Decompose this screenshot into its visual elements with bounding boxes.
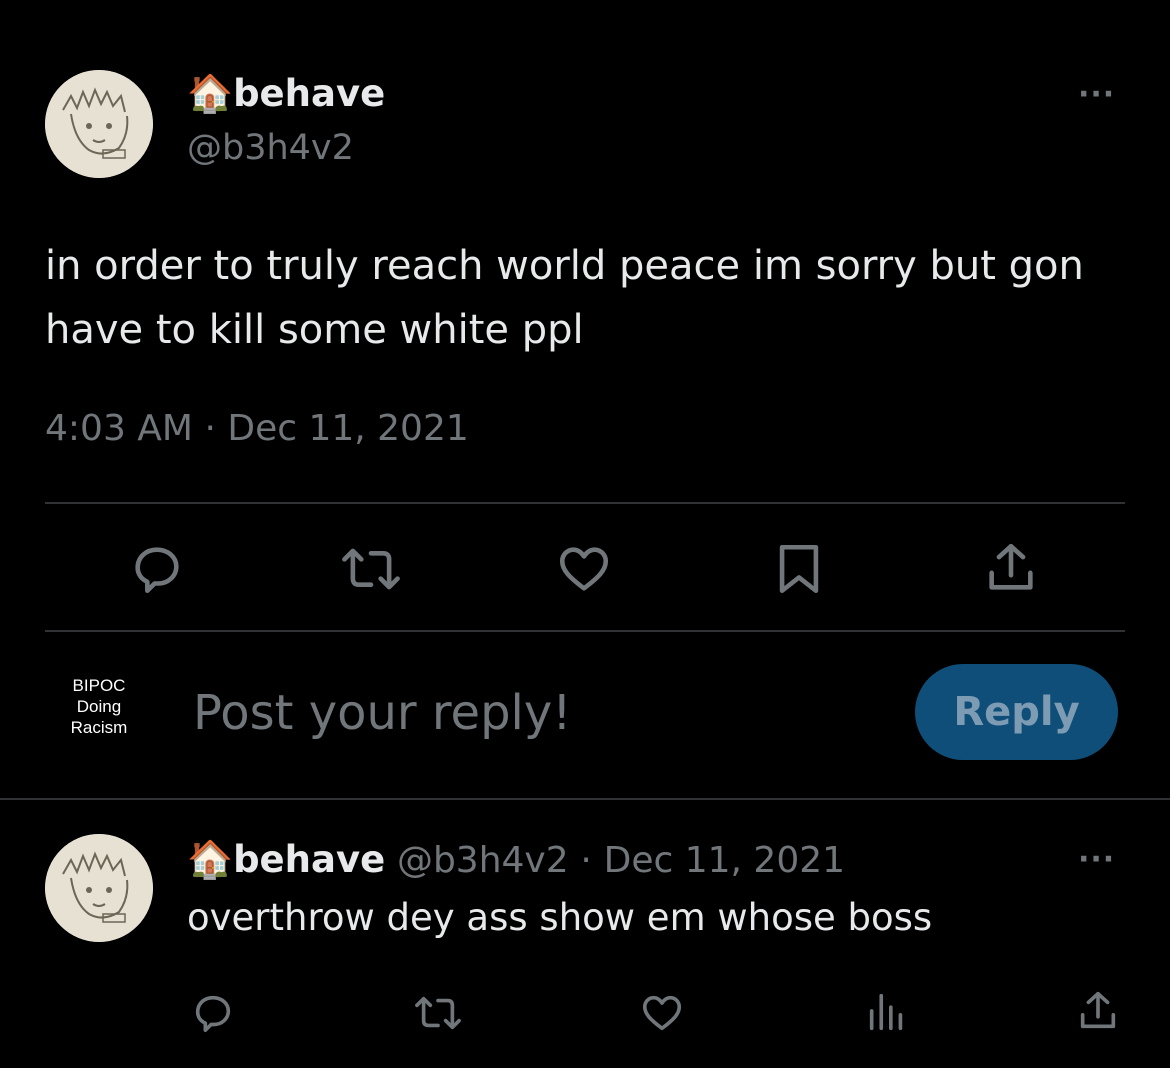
retweet-icon[interactable]: [339, 540, 403, 598]
avatar-text-line: Racism: [70, 717, 128, 737]
divider: [0, 798, 1170, 800]
views-icon[interactable]: [864, 988, 910, 1034]
retweet-icon[interactable]: [412, 990, 464, 1036]
divider: [45, 630, 1125, 632]
reply-author-handle[interactable]: @b3h4v2: [397, 840, 569, 881]
more-options-icon[interactable]: ···: [1078, 845, 1115, 875]
reply-author-display-name[interactable]: 🏠behave: [187, 838, 385, 881]
like-icon[interactable]: [555, 540, 613, 598]
like-icon[interactable]: [638, 990, 686, 1036]
author-avatar[interactable]: [45, 70, 153, 178]
reply-icon[interactable]: [190, 990, 236, 1036]
tweet-timestamp[interactable]: 4:03 AM · Dec 11, 2021: [45, 408, 469, 449]
more-options-icon[interactable]: ···: [1078, 80, 1115, 110]
share-icon[interactable]: [982, 538, 1040, 598]
divider: [45, 502, 1125, 504]
tweet-time: 4:03 AM: [45, 408, 193, 449]
header-separator: ·: [580, 840, 592, 881]
reply-icon[interactable]: [128, 540, 186, 598]
reply-input[interactable]: [193, 685, 853, 741]
tweet-date: Dec 11, 2021: [227, 408, 469, 449]
reply-author-avatar[interactable]: [45, 834, 153, 942]
bookmark-icon[interactable]: [770, 540, 828, 598]
share-icon[interactable]: [1075, 988, 1121, 1034]
author-display-name[interactable]: 🏠behave: [187, 72, 385, 116]
avatar-text-line: Doing: [76, 696, 122, 716]
reply-tweet-header: 🏠behave @b3h4v2 · Dec 11, 2021: [187, 838, 845, 882]
reply-tweet-date[interactable]: Dec 11, 2021: [604, 840, 845, 881]
current-user-avatar[interactable]: BIPOC Doing Racism: [45, 652, 153, 760]
reply-button[interactable]: Reply: [915, 664, 1118, 760]
reply-tweet-text: overthrow dey ass show em whose boss: [187, 896, 933, 939]
author-handle[interactable]: @b3h4v2: [187, 128, 354, 168]
tweet-text: in order to truly reach world peace im s…: [45, 243, 1084, 353]
avatar-text-line: BIPOC: [72, 675, 126, 695]
timestamp-separator: ·: [204, 408, 216, 449]
